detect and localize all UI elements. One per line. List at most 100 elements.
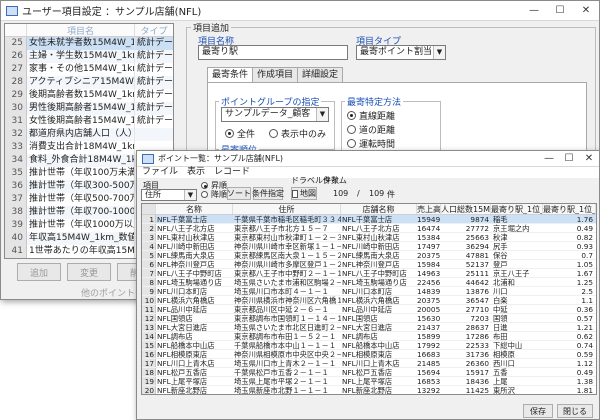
sort-button[interactable]: ソート bbox=[227, 187, 251, 200]
table-row[interactable]: 13NFL大宮日進店埼玉県さいたま市北区日進町２－２－１NFL大宮日進店2143… bbox=[142, 323, 596, 332]
grid-body: 1NFL千葉富士店千葉県千葉市稲毛区稲毛町３３４－１NFL千葉富士店159499… bbox=[142, 215, 596, 394]
radio-display[interactable]: 表示中のみ bbox=[269, 127, 326, 140]
method-drive[interactable]: 運転時間 bbox=[347, 137, 395, 150]
header-item-name[interactable]: 項目名 bbox=[27, 24, 135, 37]
row-index: 9 bbox=[142, 287, 156, 295]
close-icon[interactable]: ✕ bbox=[573, 1, 599, 20]
list-item[interactable]: 29後期高齢者数15M4W_1km統計データ集計 bbox=[5, 89, 173, 102]
cell-sales: 13292 bbox=[417, 386, 441, 394]
col-store-name[interactable]: 店舗名称 bbox=[341, 204, 417, 214]
list-item-index: 28 bbox=[5, 76, 27, 89]
close-button[interactable]: 閉じる bbox=[557, 404, 593, 418]
cell-station-distance: 1.38 bbox=[576, 377, 593, 385]
point-group-select[interactable]: サンプルデータ_顧客 ▼ bbox=[221, 107, 329, 122]
table-row[interactable]: 4 NFL川崎中新田店 神奈川県川崎市幸区新塚１－１－１ NFL川崎中新田店 17497… bbox=[142, 242, 596, 251]
col-address[interactable]: 住所 bbox=[233, 204, 341, 214]
change-button[interactable]: 変更 bbox=[67, 263, 111, 281]
travel-time-button[interactable]: 地図 bbox=[291, 187, 317, 200]
table-row[interactable]: 18 NFL松戸五香店 千葉県松戸市五香２－１－１ NFL松戸五香店 15694 1591… bbox=[142, 368, 596, 377]
cell-sales: 22456 bbox=[417, 278, 441, 286]
minimize-icon[interactable]: — bbox=[539, 151, 559, 166]
table-row[interactable]: 15 NFL船橋本中山店 千葉県船橋市本中山１－１－１ NFL船橋本中山店 17992 2… bbox=[142, 341, 596, 350]
list-item-name: 食料_外食合計18M4W_1km_数値 bbox=[27, 154, 135, 167]
point-grid[interactable]: 名称 住所 店舗名称 売上高 人口総数15M4W_1km 最寄り駅_1位_名称 … bbox=[141, 203, 597, 395]
app-icon bbox=[6, 5, 18, 16]
cell-population: 11425 bbox=[465, 386, 489, 394]
list-item-type: 統計データ集計 bbox=[137, 64, 173, 74]
item-type-select[interactable]: 最寄ポイント割当 ▼ bbox=[356, 45, 446, 60]
tab-detail-settings[interactable]: 詳細設定 bbox=[297, 67, 344, 82]
list-item-type bbox=[135, 128, 173, 141]
list-item-index: 34 bbox=[5, 154, 27, 167]
maximize-icon[interactable]: ☐ bbox=[547, 1, 573, 20]
radio-all[interactable]: 全件 bbox=[225, 127, 255, 140]
col-name[interactable]: 名称 bbox=[156, 204, 233, 214]
cell-name: NFL千葉富士店 bbox=[156, 215, 233, 223]
table-row[interactable]: 14 NFL調布店 東京都調布市布田１－５２－１ NFL調布店 15899 17286 布田… bbox=[142, 332, 596, 341]
col-population[interactable]: 人口総数15M4W_1km bbox=[441, 204, 491, 214]
method-road[interactable]: 道の距離 bbox=[347, 123, 395, 136]
cell-station-distance: 0.7 bbox=[581, 251, 593, 259]
cell-station-distance: 1.1 bbox=[581, 296, 593, 304]
table-row[interactable]: 6NFL神奈川登戸店神奈川県川崎市多摩区登戸１－２－１NFL神奈川登戸店1598… bbox=[142, 260, 596, 269]
cell-station-name: 西川口 bbox=[493, 359, 515, 367]
cell-population: 25663 bbox=[465, 233, 489, 241]
list-item[interactable]: 32都道府県内店舗人口（人）_数値 bbox=[5, 128, 173, 141]
cell-station-distance: 0.82 bbox=[576, 233, 593, 241]
table-row[interactable]: 5 NFL練馬南大泉店 東京都練馬区南大泉１－１５－２５ NFL練馬南大泉店 20375… bbox=[142, 251, 596, 260]
menu-record[interactable]: レコード bbox=[214, 167, 250, 178]
filter-button[interactable]: 条件指定 bbox=[252, 187, 284, 200]
col-sales[interactable]: 売上高 bbox=[417, 204, 441, 214]
table-row[interactable]: 7NFL八王子中野町店東京都八王子市中野町２－１－１－１６NFL八王子中野町店1… bbox=[142, 269, 596, 278]
table-row[interactable]: 11 NFL品川中延店 東京都品川区中延２－６－１ NFL品川中延店 20005 2771… bbox=[142, 305, 596, 314]
tab-created-items[interactable]: 作成項目 bbox=[252, 67, 299, 82]
header-type[interactable]: タイプ bbox=[135, 24, 173, 37]
radio-all-dot bbox=[225, 129, 234, 138]
table-row[interactable]: 12 NFL国領店 東京都調布市国領町１－１４－１ NFL国領店 15630 7203 国領… bbox=[142, 314, 596, 323]
cell-address: 埼玉県新座市北野１－１－１ bbox=[234, 386, 329, 394]
list-item[interactable]: 28アクティブシニア15M4W_1km統計データ集計 bbox=[5, 76, 173, 89]
table-row[interactable]: 10NFL横浜六角橋店神奈川県横浜市神奈川区六角橋１－４－１３NFL横浜六角橋店… bbox=[142, 296, 596, 305]
method-straight[interactable]: 直線距離 bbox=[347, 109, 395, 122]
table-row[interactable]: 3 NFL東村山秋津店 東京都東村山市秋津町１－２－３ NFL東村山秋津店 15384 2… bbox=[142, 233, 596, 242]
list-item[interactable]: 25女性未就学者数15M4W_1km統計データ集計 bbox=[5, 37, 173, 50]
list-item[interactable]: 30男性後期高齢者15M4W_1km統計データ集計 bbox=[5, 102, 173, 115]
table-row[interactable]: 20 NFL新座北野店 埼玉県新座市北野１－１－１ NFL新座北野店 13292 1142… bbox=[142, 386, 596, 394]
list-item[interactable]: 31女性後期高齢者15M4W_1km統計データ集計 bbox=[5, 115, 173, 128]
menu-file[interactable]: ファイル bbox=[142, 167, 178, 178]
save-button[interactable]: 保存 bbox=[523, 404, 553, 418]
table-row[interactable]: 1NFL千葉富士店千葉県千葉市稲毛区稲毛町３３４－１NFL千葉富士店159499… bbox=[142, 215, 596, 224]
cell-name: NFL大宮日進店 bbox=[157, 323, 208, 331]
cell-station-name: 白楽 bbox=[493, 296, 508, 304]
desc-option[interactable]: 降順 bbox=[201, 189, 227, 200]
method-road-dot bbox=[347, 125, 356, 134]
sort-item-select[interactable]: 住所 ▼ bbox=[141, 189, 197, 201]
table-row[interactable]: 16 NFL相模原東店 神奈川県相模原市中央区中央２－１ NFL相模原東店 16683 3… bbox=[142, 350, 596, 359]
add-button[interactable]: 追加 bbox=[17, 263, 61, 281]
row-index: 20 bbox=[142, 386, 156, 394]
tab-nearest-condition[interactable]: 最寄条件 bbox=[207, 67, 254, 83]
cell-name: NFL川口上青木店 bbox=[157, 359, 215, 367]
table-row[interactable]: 8NFL埼玉駒場通り店埼玉県さいたま市浦和区駒場２－１－１NFL埼玉駒場通り店2… bbox=[142, 278, 596, 287]
maximize-icon[interactable]: ☐ bbox=[559, 151, 579, 166]
cell-sales: 14963 bbox=[417, 269, 441, 277]
cell-population: 52137 bbox=[465, 260, 489, 268]
item-name-input[interactable]: 最寄り駅 bbox=[198, 45, 348, 60]
grid-header: 名称 住所 店舗名称 売上高 人口総数15M4W_1km 最寄り駅_1位_名称 … bbox=[142, 204, 596, 215]
table-row[interactable]: 17 NFL川口上青木店 埼玉県川口市上青木２－１－１ NFL川口上青木店 21485 2… bbox=[142, 359, 596, 368]
minimize-icon[interactable]: — bbox=[521, 1, 547, 20]
list-item[interactable]: 27家事・その他15M4W_1km統計データ集計 bbox=[5, 63, 173, 76]
table-row[interactable]: 2 NFL八王子北方店 東京都八王子市北方１５－７ NFL八王子北方店 16474 277… bbox=[142, 224, 596, 233]
table-row[interactable]: 9 NFL川口本町店 埼玉県川口市本町４－１－１ NFL川口本町店 14839 13876… bbox=[142, 287, 596, 296]
col-station-name[interactable]: 最寄り駅_1位_名称 bbox=[491, 204, 543, 214]
col-station-distance[interactable]: 最寄り駅_1位_直線距離 bbox=[543, 204, 596, 214]
cell-store-name: NFL品川中延店 bbox=[342, 305, 393, 313]
table-row[interactable]: 19 NFL上尾平塚店 埼玉県上尾市平塚２－１－１ NFL上尾平塚店 16853 1843… bbox=[142, 377, 596, 386]
cell-population: 17286 bbox=[465, 332, 489, 340]
list-item[interactable]: 26主婦・学生数15M4W_1km統計データ集計 bbox=[5, 50, 173, 63]
desc-dot bbox=[201, 191, 208, 198]
menu-view[interactable]: 表示 bbox=[187, 167, 205, 178]
cell-store-name: NFL相模原東店 bbox=[342, 350, 393, 358]
close-icon[interactable]: ✕ bbox=[579, 151, 599, 166]
cell-name: NFL練馬南大泉店 bbox=[157, 251, 215, 259]
